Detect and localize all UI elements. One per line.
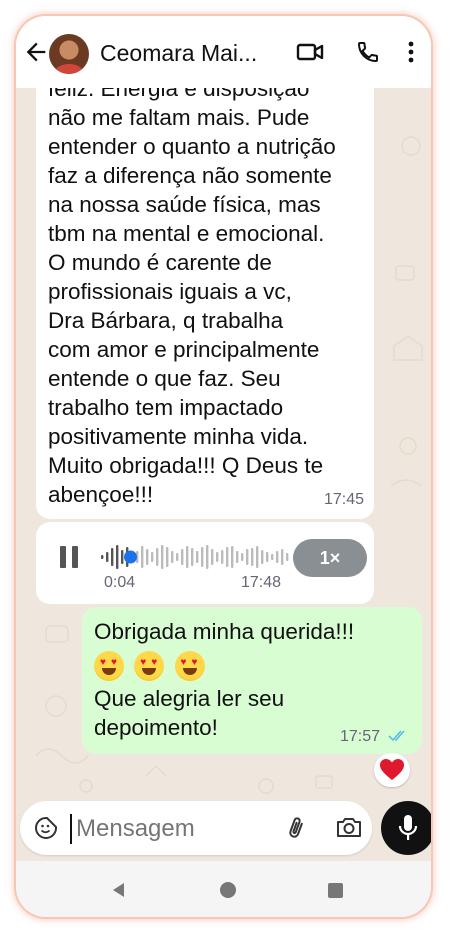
- message-line: entender o quanto a nutrição: [48, 134, 336, 159]
- waveform-bar: [201, 547, 204, 567]
- nav-recents-icon[interactable]: [327, 882, 344, 899]
- waveform-bar: [111, 548, 114, 566]
- message-line: não me faltam mais. Pude: [48, 105, 310, 130]
- waveform-bar: [171, 551, 174, 563]
- message-line: profissionais iguais a vc,: [48, 279, 292, 304]
- message-line: Dra Bárbara, q trabalha: [48, 308, 284, 333]
- waveform-bar: [271, 554, 274, 560]
- waveform-bar: [106, 552, 109, 562]
- waveform-bar: [151, 552, 154, 562]
- waveform-bar: [101, 555, 104, 559]
- audio-time: 17:48: [241, 574, 282, 591]
- waveform-bar: [191, 548, 194, 566]
- pause-icon[interactable]: [58, 544, 82, 570]
- system-nav-bar: [16, 861, 431, 917]
- waveform-bar: [256, 546, 259, 568]
- message-body: Obrigada minha querida!!! ♥ ♥ ♥ ♥ ♥ ♥ Que a…: [94, 617, 414, 742]
- emoji-row: ♥ ♥ ♥ ♥ ♥ ♥: [94, 650, 414, 684]
- waveform-bar: [216, 552, 219, 562]
- playback-speed-button[interactable]: 1×: [293, 539, 367, 577]
- waveform-bar: [246, 549, 249, 565]
- audio-waveform[interactable]: [100, 541, 290, 573]
- audio-elapsed: 0:04: [104, 574, 136, 591]
- waveform-bar: [236, 551, 239, 563]
- audio-progress-dot[interactable]: [124, 550, 137, 564]
- waveform-bar: [231, 546, 234, 568]
- voice-record-button[interactable]: [381, 801, 431, 855]
- mic-icon: [398, 815, 418, 840]
- waveform-bar: [121, 550, 124, 564]
- waveform-bar: [186, 546, 189, 568]
- message-line: abençoe!!!: [48, 482, 154, 507]
- waveform-bar: [161, 545, 164, 569]
- message-line: O mundo é carente de: [48, 250, 272, 275]
- waveform-bar: [266, 552, 269, 562]
- voice-call-icon[interactable]: [356, 40, 380, 64]
- attach-icon[interactable]: [286, 815, 306, 841]
- message-line: faz a diferença não somente: [48, 163, 332, 188]
- message-reaction[interactable]: [374, 753, 410, 787]
- waveform-bar: [251, 548, 254, 566]
- message-time: 17:57: [339, 728, 380, 745]
- more-vert-icon[interactable]: [406, 40, 416, 64]
- waveform-bar: [286, 553, 289, 561]
- double-check-read-icon: [388, 730, 405, 742]
- video-call-icon[interactable]: [296, 40, 324, 64]
- waveform-bar: [196, 551, 199, 563]
- heart-eyes-emoji-icon: ♥ ♥: [174, 651, 205, 682]
- waveform-bar: [221, 550, 224, 564]
- message-line: tbm na mental e emocional.: [48, 221, 325, 246]
- phone-frame: Ceomara Mai... feliz. Energia e disposiç…: [16, 16, 431, 917]
- message-line: entende o que faz. Seu: [48, 366, 281, 391]
- outgoing-text-message[interactable]: Obrigada minha querida!!! ♥ ♥ ♥ ♥ ♥ ♥ Que a…: [82, 607, 422, 754]
- waveform-bar: [116, 545, 119, 569]
- message-composer: [20, 801, 372, 855]
- emoji-sticker-icon[interactable]: [34, 816, 58, 840]
- waveform-bar: [146, 549, 149, 565]
- message-line: trabalho tem impactado: [48, 395, 284, 420]
- message-line: Muito obrigada!!! Q Deus te: [48, 453, 324, 478]
- message-line: Obrigada minha querida!!!: [94, 619, 355, 644]
- heart-icon: [380, 759, 404, 780]
- message-line: positivamente minha vida.: [48, 424, 309, 449]
- waveform-bar: [211, 549, 214, 565]
- waveform-bar: [176, 553, 179, 561]
- waveform-bar: [156, 548, 159, 566]
- waveform-bar: [261, 550, 264, 564]
- nav-back-icon[interactable]: [110, 881, 128, 899]
- message-body: feliz. Energia e disposição não me falta…: [48, 74, 368, 509]
- message-line: Que alegria ler seu: [94, 686, 285, 711]
- message-line: com amor e principalmente: [48, 337, 320, 362]
- chat-header: Ceomara Mai...: [16, 16, 431, 88]
- message-time: 17:45: [323, 491, 364, 508]
- heart-eyes-emoji-icon: ♥ ♥: [94, 651, 124, 682]
- contact-name[interactable]: Ceomara Mai...: [100, 40, 280, 67]
- text-cursor: [70, 814, 72, 844]
- waveform-bar: [226, 547, 229, 567]
- waveform-bar: [166, 547, 169, 567]
- waveform-bar: [181, 549, 184, 565]
- message-line: na nossa saúde física, mas: [48, 192, 321, 217]
- incoming-text-message[interactable]: feliz. Energia e disposição não me falta…: [36, 66, 374, 519]
- contact-avatar[interactable]: [49, 34, 89, 74]
- waveform-bar: [241, 553, 244, 561]
- waveform-bar: [206, 545, 209, 569]
- waveform-bar: [281, 549, 284, 565]
- incoming-audio-message[interactable]: 0:04 17:48 1×: [36, 522, 374, 604]
- message-input[interactable]: [74, 811, 278, 847]
- back-arrow-icon[interactable]: [22, 38, 50, 66]
- waveform-bar: [276, 551, 279, 563]
- camera-icon[interactable]: [336, 816, 362, 838]
- waveform-bar: [141, 546, 144, 568]
- heart-eyes-emoji-icon: ♥ ♥: [134, 651, 165, 682]
- nav-home-icon[interactable]: [219, 881, 237, 899]
